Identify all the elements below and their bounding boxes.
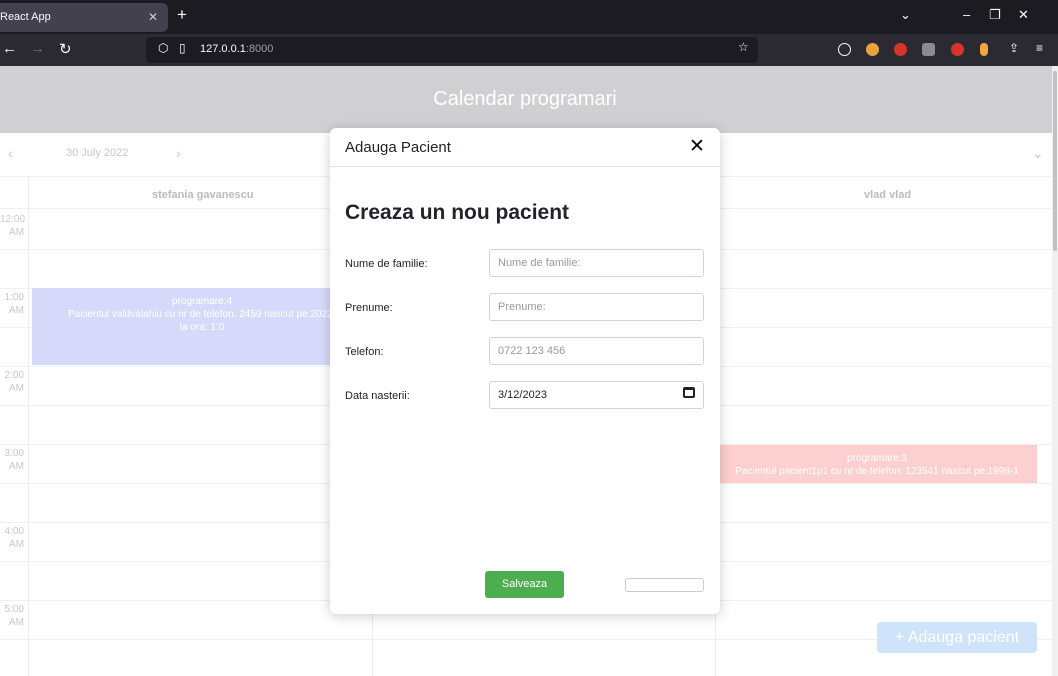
secondary-button[interactable]: [625, 578, 704, 592]
new-tab-icon[interactable]: +: [177, 5, 187, 25]
time-label: 2:00 AM: [0, 369, 24, 395]
event-title: programare:3: [846, 453, 908, 464]
tab-title: React App: [0, 11, 51, 23]
extension-orange-icon[interactable]: [980, 43, 988, 56]
add-patient-button[interactable]: + Adauga pacient: [877, 622, 1037, 653]
minimize-icon[interactable]: –: [963, 7, 970, 22]
time-hour: 5:00: [4, 604, 24, 615]
url-text: 127.0.0.1:8000: [200, 43, 273, 55]
scrollbar[interactable]: [1052, 66, 1058, 676]
url-host: 127.0.0.1: [200, 43, 246, 55]
back-icon[interactable]: ←: [2, 40, 17, 57]
time-ampm: AM: [9, 539, 24, 550]
appointment-event[interactable]: programare:4 Pacientul valdvalahiu cu nr…: [32, 288, 372, 365]
share-icon[interactable]: ⇪: [1009, 41, 1019, 55]
tab-list-chevron-icon[interactable]: ⌄: [900, 7, 911, 23]
next-day-icon[interactable]: ›: [176, 145, 181, 161]
phone-label: Telefon:: [345, 346, 384, 358]
birth-date-input[interactable]: [489, 381, 704, 409]
phone-input[interactable]: [489, 337, 704, 365]
time-label: 1:00 AM: [0, 291, 24, 317]
maximize-icon[interactable]: ❐: [989, 7, 1001, 23]
address-bar[interactable]: ⬡ ▯ 127.0.0.1:8000 ☆: [146, 37, 758, 63]
event-time: la ora: 1:0: [179, 322, 225, 333]
extension-red-icon[interactable]: [951, 43, 964, 56]
browser-toolbar: ← → ↻ ⬡ ▯ 127.0.0.1:8000 ☆ ⇪ ≡: [0, 34, 1058, 66]
save-button[interactable]: Salveaza: [485, 571, 564, 598]
browser-tab[interactable]: React App ✕: [0, 3, 168, 32]
extension-g-icon[interactable]: [866, 43, 879, 56]
tab-close-icon[interactable]: ✕: [148, 3, 158, 32]
birth-date-label: Data nasterii:: [345, 390, 410, 402]
time-label: 12:00 AM: [0, 213, 26, 239]
event-title: programare:4: [171, 296, 233, 307]
column-header: vlad vlad: [864, 189, 912, 201]
calendar-date[interactable]: 30 July 2022: [66, 147, 128, 159]
close-icon[interactable]: ✕: [689, 135, 705, 158]
time-label: 5:00 AM: [0, 603, 24, 629]
view-dropdown-icon[interactable]: ⌄: [1032, 145, 1044, 162]
time-ampm: AM: [9, 227, 24, 238]
prev-day-icon[interactable]: ‹: [8, 145, 13, 161]
time-ampm: AM: [9, 383, 24, 394]
forward-icon[interactable]: →: [30, 40, 45, 57]
scrollbar-thumb[interactable]: [1053, 71, 1057, 251]
time-ampm: AM: [9, 305, 24, 316]
menu-icon[interactable]: ≡: [1036, 41, 1043, 55]
time-ampm: AM: [9, 461, 24, 472]
pocket-icon[interactable]: [838, 43, 851, 56]
app-header: Calendar programari: [0, 66, 1058, 133]
time-label: 3:00 AM: [0, 447, 24, 473]
time-hour: 3:00: [4, 448, 24, 459]
adblock-icon[interactable]: [894, 43, 907, 56]
modal-header: Adauga Pacient ✕: [330, 128, 720, 167]
form-heading: Creaza un nou pacient: [345, 201, 570, 224]
last-name-input[interactable]: [489, 249, 704, 277]
page-icon: ▯: [179, 41, 186, 55]
time-hour: 2:00: [4, 370, 24, 381]
first-name-label: Prenume:: [345, 302, 393, 314]
event-details: Pacientul valdvalahiu cu nr de telefon: …: [68, 309, 336, 320]
column-header: stefania gavanescu: [152, 189, 254, 201]
page-title: Calendar programari: [433, 88, 617, 110]
first-name-input[interactable]: [489, 293, 704, 321]
time-ampm: AM: [9, 617, 24, 628]
time-label: 4:00 AM: [0, 525, 24, 551]
time-hour: 4:00: [4, 526, 24, 537]
divider: [28, 176, 29, 676]
appointment-event[interactable]: programare:3 Pacientul pacient1p1 cu nr …: [717, 445, 1037, 483]
calendar-icon[interactable]: [683, 387, 695, 398]
add-patient-modal: Adauga Pacient ✕ Creaza un nou pacient N…: [330, 128, 720, 614]
modal-title: Adauga Pacient: [345, 139, 451, 156]
time-hour: 12:00: [0, 214, 26, 225]
event-details: Pacientul pacient1p1 cu nr de telefon: 1…: [735, 466, 1019, 477]
url-port: :8000: [245, 43, 274, 55]
shield-icon[interactable]: ⬡: [158, 41, 168, 55]
time-hour: 1:00: [4, 292, 24, 303]
browser-tab-strip: React App ✕ + ⌄ – ❐ ✕: [0, 0, 1058, 34]
close-window-icon[interactable]: ✕: [1018, 7, 1029, 23]
bookmark-star-icon[interactable]: ☆: [738, 40, 749, 54]
reload-icon[interactable]: ↻: [59, 40, 72, 58]
extension-k-icon[interactable]: [922, 43, 935, 56]
last-name-label: Nume de familie:: [345, 258, 428, 270]
